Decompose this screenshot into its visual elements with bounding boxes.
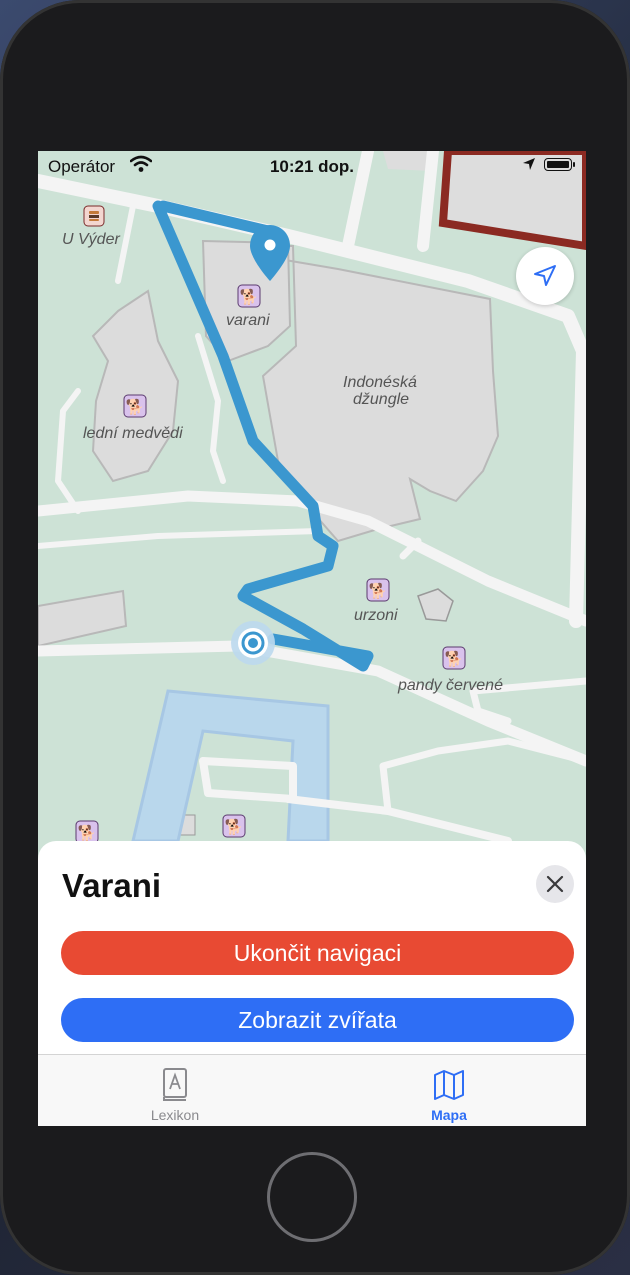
user-location-icon bbox=[231, 621, 275, 665]
tab-mapa-label: Mapa bbox=[431, 1107, 467, 1123]
restaurant-icon[interactable] bbox=[83, 205, 105, 227]
label-pandy-cervene: pandy červené bbox=[397, 677, 503, 694]
animal-icon[interactable]: 🐕 bbox=[237, 284, 261, 308]
animal-icon[interactable]: 🐕 bbox=[366, 578, 390, 602]
tab-bar: Lexikon Mapa bbox=[38, 1054, 586, 1126]
animal-icon[interactable]: 🐕 bbox=[222, 814, 246, 838]
status-time: 10:21 dop. bbox=[269, 157, 355, 176]
svg-text:🐕: 🐕 bbox=[240, 288, 259, 306]
tab-lexikon-label: Lexikon bbox=[150, 1107, 200, 1123]
animal-icon[interactable]: 🐕 bbox=[442, 646, 466, 670]
destination-sheet: Varani Ukončit navigaci Zobrazit zvířata bbox=[38, 841, 586, 1056]
book-icon bbox=[163, 1068, 187, 1101]
phone-frame: U Výder varani Indonéská džungle lední m… bbox=[0, 0, 630, 1275]
svg-text:🐕: 🐕 bbox=[369, 582, 388, 600]
label-indonesian-jungle-2: džungle bbox=[353, 391, 409, 408]
label-u-vyder: U Výder bbox=[62, 231, 120, 248]
tab-mapa[interactable]: Mapa bbox=[312, 1055, 586, 1126]
screen: U Výder varani Indonéská džungle lední m… bbox=[38, 151, 586, 1126]
status-bar: Operátor 10:21 dop. bbox=[38, 151, 586, 181]
close-icon bbox=[546, 875, 564, 893]
location-arrow-icon bbox=[523, 158, 535, 170]
label-ledni-medvedi: lední medvědi bbox=[83, 425, 183, 442]
svg-text:🐕: 🐕 bbox=[126, 398, 145, 416]
tab-lexikon[interactable]: Lexikon bbox=[38, 1055, 312, 1126]
show-animals-button[interactable]: Zobrazit zvířata bbox=[61, 998, 574, 1042]
label-varani: varani bbox=[226, 312, 270, 329]
map-icon bbox=[434, 1070, 464, 1100]
battery-tip bbox=[573, 162, 575, 167]
animal-icon[interactable]: 🐕 bbox=[75, 820, 99, 844]
label-indonesian-jungle-1: Indonéská bbox=[343, 374, 417, 391]
svg-text:🐕: 🐕 bbox=[225, 818, 244, 836]
svg-text:🐕: 🐕 bbox=[78, 824, 97, 842]
battery-icon bbox=[544, 158, 572, 171]
label-urzoni: urzoni bbox=[354, 607, 398, 624]
sheet-title: Varani bbox=[62, 867, 162, 904]
close-button[interactable] bbox=[536, 865, 574, 903]
locate-me-button[interactable] bbox=[516, 247, 574, 305]
locate-me-icon bbox=[534, 265, 556, 286]
end-navigation-button[interactable]: Ukončit navigaci bbox=[61, 931, 574, 975]
animal-icon[interactable]: 🐕 bbox=[123, 394, 147, 418]
svg-text:🐕: 🐕 bbox=[445, 650, 464, 668]
home-button[interactable] bbox=[267, 1152, 357, 1242]
